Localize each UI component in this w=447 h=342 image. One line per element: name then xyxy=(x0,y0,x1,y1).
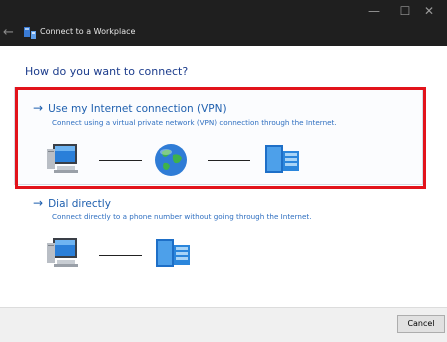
computer-icon xyxy=(47,238,78,267)
server-icon xyxy=(156,239,190,267)
dialog-footer xyxy=(0,307,447,342)
highlight-frame xyxy=(15,87,426,189)
connection-line xyxy=(99,255,142,256)
back-button[interactable]: ← xyxy=(3,26,14,40)
close-button[interactable]: ✕ xyxy=(411,0,447,22)
arrow-right-icon: → xyxy=(33,196,44,210)
dial-option-title-row: → Dial directly xyxy=(33,196,111,210)
window-title: Connect to a Workplace xyxy=(40,27,136,36)
title-bar: — ☐ ✕ ← Connect to a Workplace xyxy=(0,0,447,46)
page-heading: How do you want to connect? xyxy=(25,65,189,78)
network-icon xyxy=(24,27,36,39)
dial-option-title: Dial directly xyxy=(48,198,111,210)
dial-option-description: Connect directly to a phone number witho… xyxy=(52,212,312,221)
cancel-button[interactable]: Cancel xyxy=(397,315,445,333)
